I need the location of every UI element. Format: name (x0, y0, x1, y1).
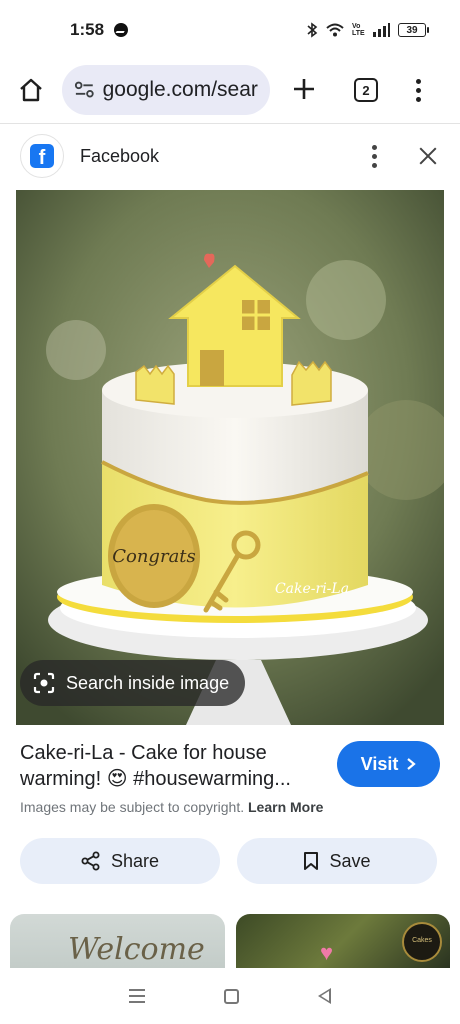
battery-icon: 39 (398, 23, 429, 37)
wifi-icon (326, 23, 344, 37)
learn-more-link[interactable]: Learn More (248, 799, 323, 815)
copyright-text: Images may be subject to copyright. (20, 799, 245, 815)
chevron-right-icon (407, 758, 417, 770)
more-vert-icon (371, 144, 377, 150)
status-right: Vo LTE 39 (306, 22, 429, 38)
related-image-text: Welcome (68, 932, 205, 967)
visit-label: Visit (360, 753, 399, 774)
status-time: 1:58 (70, 20, 105, 39)
bookmark-icon (304, 852, 319, 870)
search-inside-image-button[interactable]: Search inside image (20, 660, 246, 706)
source-header: f Facebook (0, 126, 460, 186)
url-text: google.com/searc (102, 78, 258, 101)
share-button[interactable]: Share (20, 838, 220, 884)
home-icon (20, 78, 42, 102)
system-nav-bar (0, 968, 460, 1024)
more-vert-icon (415, 78, 421, 84)
source-name[interactable]: Facebook (80, 146, 370, 167)
result-image[interactable]: Congrats Cake-ri-La Search inside image (16, 190, 444, 725)
nav-line (129, 989, 146, 991)
visit-button[interactable]: Visit (337, 741, 440, 787)
browser-toolbar: google.com/searc 2 (0, 60, 460, 120)
save-button[interactable]: Save (237, 838, 437, 884)
more-vert-dot (371, 153, 377, 159)
site-settings-icon[interactable] (74, 80, 95, 100)
browser-menu-button[interactable] (414, 78, 422, 102)
share-label: Share (110, 850, 160, 871)
network-label: Vo LTE (352, 23, 365, 37)
tabs-button[interactable]: 2 (354, 78, 378, 102)
toolbar-divider (0, 123, 460, 124)
lens-icon (33, 672, 55, 694)
status-bar: 1:58 Vo LTE 39 (0, 0, 460, 60)
tab-count: 2 (362, 82, 370, 98)
messenger-icon (114, 23, 129, 37)
nav-line (129, 1001, 146, 1003)
related-badge-text: Cakes (412, 937, 432, 944)
copyright-notice: Images may be subject to copyright. Lear… (20, 799, 323, 815)
save-label: Save (329, 850, 371, 871)
signal-icon (373, 23, 390, 37)
search-inside-image-label: Search inside image (66, 672, 230, 693)
result-title[interactable]: Cake-ri-La - Cake for house warming! 😍 #… (20, 740, 325, 792)
more-vert-dot (415, 96, 421, 102)
cake-plaque-text: Congrats (112, 546, 196, 567)
source-logo[interactable]: f (20, 134, 64, 178)
heart-icon: ♥ (320, 940, 334, 965)
new-tab-button[interactable] (290, 73, 318, 107)
related-badge: Cakes (402, 922, 442, 962)
facebook-logo-icon: f (30, 144, 54, 168)
cake-illustration: Congrats Cake-ri-La (16, 190, 444, 725)
more-vert-dot (371, 162, 377, 168)
url-bar[interactable]: google.com/searc (62, 65, 270, 115)
related-image[interactable]: Welcome (10, 914, 225, 968)
bluetooth-icon (307, 22, 318, 38)
status-left: 1:58 (70, 20, 129, 40)
nav-line (129, 995, 146, 997)
close-icon[interactable] (416, 144, 440, 168)
source-more-button[interactable] (370, 144, 378, 168)
share-icon (81, 851, 100, 871)
home-button[interactable] (16, 75, 46, 105)
plus-icon (294, 79, 314, 99)
back-icon[interactable] (317, 988, 331, 1004)
home-nav-icon[interactable] (223, 988, 239, 1004)
more-vert-dot (415, 87, 421, 93)
cake-brand-text: Cake-ri-La (275, 581, 349, 597)
related-image[interactable]: ♥ Cakes (236, 914, 450, 968)
recent-apps-icon[interactable] (129, 989, 146, 1003)
